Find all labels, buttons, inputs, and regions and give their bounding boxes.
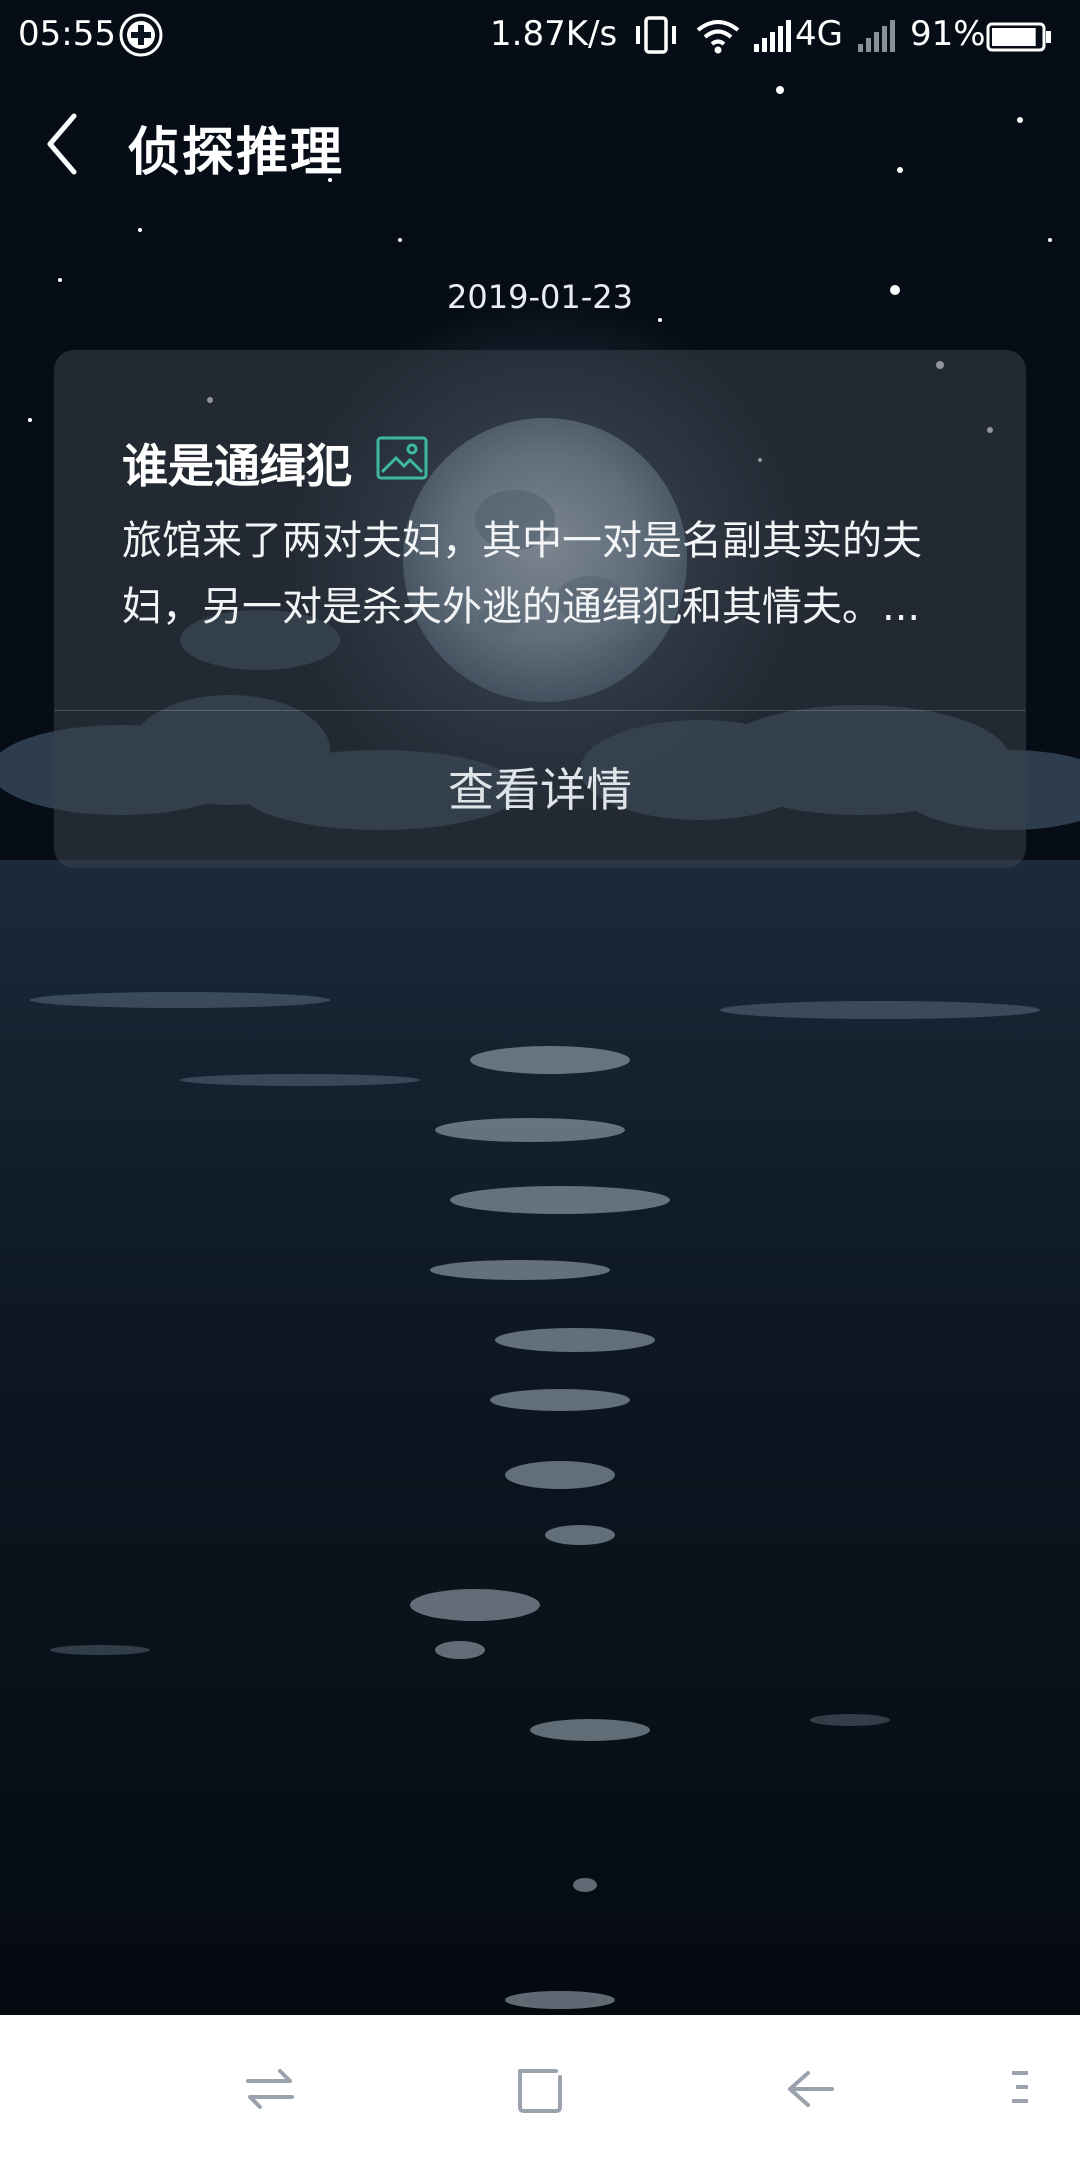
status-time: 05:55 xyxy=(18,14,116,54)
battery-percent: 91% xyxy=(910,14,986,54)
network-type: 4G xyxy=(795,14,843,54)
signal-icon xyxy=(752,16,792,56)
switch-icon[interactable] xyxy=(240,2059,300,2119)
card-title: 谁是通缉犯 xyxy=(122,439,352,493)
page-title: 侦探推理 xyxy=(128,123,345,183)
date-label: 2019-01-23 xyxy=(447,278,633,316)
chevron-left-icon xyxy=(47,113,77,175)
image-icon xyxy=(376,436,428,480)
navigation-bar xyxy=(0,2015,1080,2160)
status-bar: 05:55 1.87K/s 4G 91% xyxy=(0,0,1080,72)
wifi-icon xyxy=(694,16,742,56)
vibrate-icon xyxy=(632,14,680,56)
network-speed: 1.87K/s xyxy=(490,14,618,54)
menu-icon[interactable] xyxy=(1000,2059,1040,2119)
card-description: 旅馆来了两对夫妇，其中一对是名副其实的夫 妇，另一对是杀夫外逃的通缉犯和其情夫。… xyxy=(122,518,922,630)
signal-icon xyxy=(856,16,896,56)
plus-circle-icon xyxy=(118,12,164,58)
back-button[interactable] xyxy=(40,108,86,180)
home-square-icon[interactable] xyxy=(510,2059,570,2119)
puzzle-card[interactable]: 谁是通缉犯 旅馆来了两对夫妇，其中一对是名副其实的夫 妇，另一对是杀夫外逃的通缉… xyxy=(54,350,1026,868)
view-details-button[interactable]: 查看详情 xyxy=(54,712,1026,868)
back-arrow-icon[interactable] xyxy=(780,2059,840,2119)
battery-icon xyxy=(986,22,1052,52)
card-divider xyxy=(54,710,1026,711)
